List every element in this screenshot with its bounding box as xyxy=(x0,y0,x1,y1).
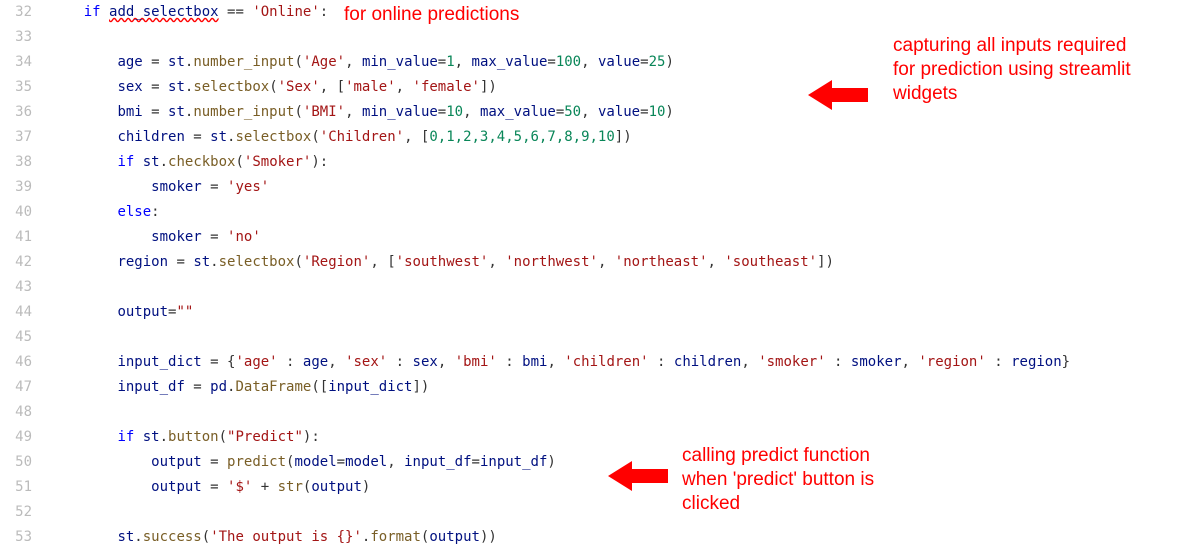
line-number: 44 xyxy=(0,300,50,325)
line-number: 37 xyxy=(0,125,50,150)
code-line: 50 output = predict(model=model, input_d… xyxy=(0,450,1204,475)
code-content[interactable]: age = st.number_input('Age', min_value=1… xyxy=(50,50,674,75)
code-content[interactable]: smoker = 'yes' xyxy=(50,175,269,200)
line-number: 51 xyxy=(0,475,50,500)
code-content[interactable]: output="" xyxy=(50,300,193,325)
line-number: 52 xyxy=(0,500,50,525)
line-number: 33 xyxy=(0,25,50,50)
line-number: 41 xyxy=(0,225,50,250)
line-number: 46 xyxy=(0,350,50,375)
code-line: 53 st.success('The output is {}'.format(… xyxy=(0,525,1204,550)
code-line: 35 sex = st.selectbox('Sex', ['male', 'f… xyxy=(0,75,1204,100)
code-line: 34 age = st.number_input('Age', min_valu… xyxy=(0,50,1204,75)
code-line: 46 input_dict = {'age' : age, 'sex' : se… xyxy=(0,350,1204,375)
line-number: 49 xyxy=(0,425,50,450)
code-content[interactable]: if st.button("Predict"): xyxy=(50,425,320,450)
code-line: 36 bmi = st.number_input('BMI', min_valu… xyxy=(0,100,1204,125)
code-content[interactable]: output = predict(model=model, input_df=i… xyxy=(50,450,556,475)
code-line: 38 if st.checkbox('Smoker'): xyxy=(0,150,1204,175)
line-number: 53 xyxy=(0,525,50,550)
code-line: 51 output = '$' + str(output) xyxy=(0,475,1204,500)
line-number: 50 xyxy=(0,450,50,475)
code-content[interactable]: output = '$' + str(output) xyxy=(50,475,370,500)
code-line: 45 xyxy=(0,325,1204,350)
code-content[interactable]: else: xyxy=(50,200,160,225)
line-number: 38 xyxy=(0,150,50,175)
line-number: 35 xyxy=(0,75,50,100)
code-content[interactable]: st.success('The output is {}'.format(out… xyxy=(50,525,497,550)
code-content[interactable]: children = st.selectbox('Children', [0,1… xyxy=(50,125,632,150)
code-content[interactable]: if add_selectbox == 'Online': xyxy=(50,0,328,25)
line-number: 47 xyxy=(0,375,50,400)
code-line: 40 else: xyxy=(0,200,1204,225)
code-line: 33 xyxy=(0,25,1204,50)
code-line: 42 region = st.selectbox('Region', ['sou… xyxy=(0,250,1204,275)
code-line: 43 xyxy=(0,275,1204,300)
line-number: 34 xyxy=(0,50,50,75)
line-number: 43 xyxy=(0,275,50,300)
code-content[interactable]: smoker = 'no' xyxy=(50,225,261,250)
line-number: 40 xyxy=(0,200,50,225)
code-line: 41 smoker = 'no' xyxy=(0,225,1204,250)
code-line: 32 if add_selectbox == 'Online': xyxy=(0,0,1204,25)
line-number: 39 xyxy=(0,175,50,200)
code-content[interactable]: input_dict = {'age' : age, 'sex' : sex, … xyxy=(50,350,1070,375)
code-content[interactable]: region = st.selectbox('Region', ['southw… xyxy=(50,250,834,275)
code-line: 44 output="" xyxy=(0,300,1204,325)
code-content[interactable]: sex = st.selectbox('Sex', ['male', 'fema… xyxy=(50,75,497,100)
line-number: 32 xyxy=(0,0,50,25)
code-content[interactable]: if st.checkbox('Smoker'): xyxy=(50,150,328,175)
code-line: 49 if st.button("Predict"): xyxy=(0,425,1204,450)
code-line: 48 xyxy=(0,400,1204,425)
line-number: 42 xyxy=(0,250,50,275)
code-line: 39 smoker = 'yes' xyxy=(0,175,1204,200)
line-number: 45 xyxy=(0,325,50,350)
code-line: 37 children = st.selectbox('Children', [… xyxy=(0,125,1204,150)
code-content[interactable]: bmi = st.number_input('BMI', min_value=1… xyxy=(50,100,674,125)
code-line: 47 input_df = pd.DataFrame([input_dict]) xyxy=(0,375,1204,400)
line-number: 36 xyxy=(0,100,50,125)
code-editor[interactable]: 32 if add_selectbox == 'Online': 33 34 a… xyxy=(0,0,1204,550)
code-line: 52 xyxy=(0,500,1204,525)
code-content[interactable]: input_df = pd.DataFrame([input_dict]) xyxy=(50,375,429,400)
line-number: 48 xyxy=(0,400,50,425)
